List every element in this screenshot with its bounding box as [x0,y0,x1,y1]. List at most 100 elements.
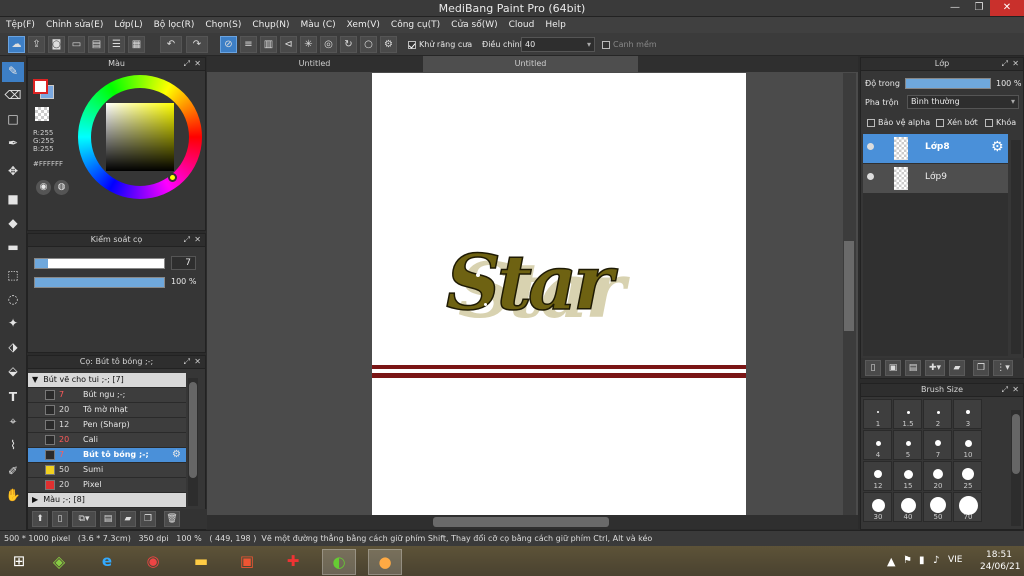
brush-size-cell[interactable]: 20 [923,461,952,491]
menu-layer[interactable]: Lớp(L) [108,17,147,32]
correction-select[interactable]: 40 ▾ [521,37,595,52]
bluestacks-icon[interactable]: ◈ [42,549,76,575]
eye-icon[interactable] [867,143,874,150]
undock-icon[interactable]: ⤢ [1002,384,1008,396]
snap-soft-toggle[interactable]: Canh mềm [602,40,657,49]
menu-color[interactable]: Màu (C) [295,17,341,32]
new-layer-icon[interactable]: ▯ [865,360,881,376]
menu-file[interactable]: Tệp(F) [0,17,40,32]
green-app-icon[interactable]: ◐ [322,549,356,575]
brush-size-cell[interactable]: 25 [953,461,982,491]
circle-snap-icon[interactable]: ◎ [320,36,337,53]
blend-mode-select[interactable]: Bình thường ▾ [907,95,1019,109]
palette-icon[interactable]: ◉ [36,180,51,195]
rectangle-tool-icon[interactable]: □ [2,110,24,130]
brush-options-icon[interactable]: ⧉▾ [72,511,96,527]
brush-size-cell[interactable]: 12 [863,461,892,491]
pen-tool-icon[interactable]: ✒ [2,134,24,154]
new-1bit-layer-icon[interactable]: ▤ [905,360,921,376]
antialias-toggle[interactable]: Khử răng cưa [408,40,472,49]
layer-row-lop9[interactable]: Lớp9 [863,164,1008,193]
duplicate-icon[interactable]: ❐ [140,511,156,527]
tray-volume-icon[interactable]: ♪ [933,555,939,566]
grid-icon[interactable]: ▦ [128,36,145,53]
curve-snap-icon[interactable]: ↻ [340,36,357,53]
eyedropper-tool-icon[interactable]: ⌇ [2,436,24,456]
new-halftone-layer-icon[interactable]: ▣ [885,360,901,376]
brush-item[interactable]: 20 Cali [28,433,186,448]
snap-soft-checkbox[interactable] [602,40,610,49]
undo-icon[interactable]: ↶ [160,36,182,53]
close-panel-icon[interactable]: ✕ [1012,58,1019,70]
gear-icon[interactable]: ⚙ [172,448,181,462]
snap-off-icon[interactable]: ⊘ [220,36,237,53]
brush-item[interactable]: 7 Bút ngu ;-; [28,388,186,403]
menu-tools[interactable]: Công cụ(T) [385,17,445,32]
close-panel-icon[interactable]: ✕ [1012,384,1019,396]
antialias-checkbox[interactable] [408,40,416,49]
language-indicator[interactable]: VIE [948,555,963,565]
bucket-tool-icon[interactable]: ◆ [2,214,24,234]
tray-flag-icon[interactable]: ⚑ [903,555,912,566]
brush-item[interactable]: 7 Bút tô bóng ;-; ⚙ [28,448,186,463]
brush-size-cell[interactable]: 30 [863,492,892,522]
canvas-horizontal-scrollbar[interactable] [207,515,858,529]
duplicate-icon[interactable]: ❐ [973,360,989,376]
vanishing-snap-icon[interactable]: ⊲ [280,36,297,53]
close-button[interactable]: ✕ [990,0,1024,16]
add-brush-icon[interactable]: ⬆ [32,511,48,527]
redo-icon[interactable]: ↷ [186,36,208,53]
gear-icon[interactable]: ⚙ [380,36,397,53]
add-layer-menu-icon[interactable]: ✚▾ [925,360,945,376]
brush-group-header[interactable]: ▶ Màu ;-; [8] [28,493,186,508]
brush-tool-icon[interactable]: ✎ [2,62,24,82]
transparent-color-swatch[interactable] [35,107,49,121]
undock-icon[interactable]: ⤢ [1002,58,1008,70]
undock-icon[interactable]: ⤢ [184,356,190,368]
close-panel-icon[interactable]: ✕ [194,356,201,368]
gear-icon[interactable]: ⚙ [991,139,1004,155]
internet-explorer-icon[interactable]: e [90,549,124,575]
menu-edit[interactable]: Chỉnh sửa(E) [40,17,108,32]
chrome-icon[interactable]: ◉ [136,549,170,575]
brush-group-header[interactable]: ▼ Bút vẽ cho tui ;-; [7] [28,373,186,388]
brush-size-cell[interactable]: 7 [923,430,952,460]
brush-size-cell[interactable]: 3 [953,399,982,429]
menu-help[interactable]: Help [539,17,571,32]
layer-opacity-slider[interactable] [905,78,991,89]
maximize-button[interactable]: ❐ [966,0,992,16]
brush-item[interactable]: 50 Sumi [28,463,186,478]
radial-snap-icon[interactable]: ✳ [300,36,317,53]
brush-size-slider[interactable] [34,258,165,269]
upload-icon[interactable]: ⇪ [28,36,45,53]
lasso-tool-icon[interactable]: ◌ [2,290,24,310]
brush-settings-icon[interactable]: ▤ [100,511,116,527]
minimize-button[interactable]: — [942,0,968,16]
magic-wand-tool-icon[interactable]: ✦ [2,314,24,334]
parallel-snap-icon[interactable]: ≡ [240,36,257,53]
layer-more-icon[interactable]: ⋮▾ [993,360,1013,376]
undock-icon[interactable]: ⤢ [184,58,190,70]
document-icon[interactable]: ▤ [88,36,105,53]
file-explorer-icon[interactable]: ▬ [184,549,218,575]
menu-select[interactable]: Chọn(S) [199,17,246,32]
select-eraser-tool-icon[interactable]: ⬙ [2,362,24,382]
menu-filter[interactable]: Bộ lọc(R) [148,17,200,32]
select-rect-tool-icon[interactable]: ⬚ [2,266,24,286]
hue-handle[interactable] [168,173,177,182]
folder-icon[interactable]: ▰ [120,511,136,527]
brush-size-cell[interactable]: 70 [953,492,982,522]
select-pen-tool-icon[interactable]: ⬗ [2,338,24,358]
brush-size-cell[interactable]: 50 [923,492,952,522]
brush-item[interactable]: 12 Pen (Sharp) [28,418,186,433]
clock[interactable]: 18:51 24/06/21 [980,549,1020,573]
divide-tool-icon[interactable]: ⌖ [2,412,24,432]
brush-size-cell[interactable]: 15 [893,461,922,491]
tab-untitled-2[interactable]: Untitled [423,56,638,72]
eye-icon[interactable] [867,173,874,180]
dropper-tool-icon[interactable]: ✐ [2,462,24,482]
office-icon[interactable]: ▣ [230,549,264,575]
layer-row-lop8[interactable]: Lớp8 ⚙ [863,134,1008,163]
brush-size-cell[interactable]: 2 [923,399,952,429]
lock-toggle[interactable]: Khóa [985,118,1016,127]
